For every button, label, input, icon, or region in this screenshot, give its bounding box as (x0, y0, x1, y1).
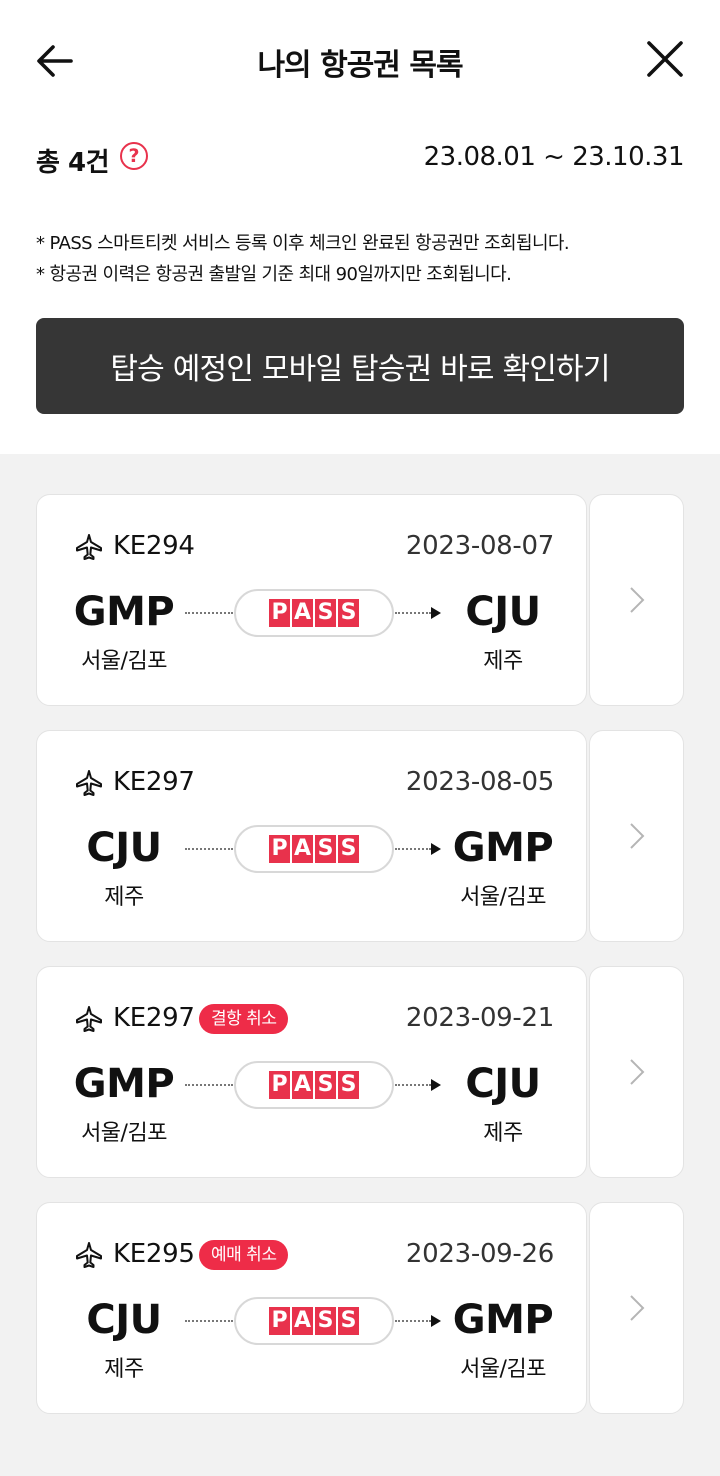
ticket-count: 총 4건 (36, 148, 109, 178)
flight-date: 2023-08-05 (405, 767, 554, 797)
arrival-city: 제주 (483, 1121, 523, 1146)
ticket-card-main[interactable]: KE294 2023-08-07 GMP 서울/김포 P A S S CJU 제… (36, 494, 587, 706)
pass-letter: S (315, 599, 336, 627)
flight-number: KE294 (113, 531, 195, 561)
arrival-code: CJU (465, 1061, 541, 1107)
ticket-card-main[interactable]: KE295 예매 취소 2023-09-26 CJU 제주 P A S S GM… (36, 1202, 587, 1414)
ticket-detail-button[interactable] (589, 494, 684, 706)
flight-number: KE297 (113, 1003, 195, 1033)
header: 나의 항공권 목록 (0, 0, 720, 120)
departure-code: CJU (86, 825, 162, 871)
arrival-city: 서울/김포 (460, 1357, 546, 1382)
pass-letter: S (315, 1307, 336, 1335)
route-line (395, 1320, 431, 1322)
ticket-detail-button[interactable] (589, 1202, 684, 1414)
arrow-right-icon (431, 1315, 441, 1327)
chevron-right-icon (629, 823, 644, 849)
flight-date: 2023-09-26 (405, 1239, 554, 1269)
pass-letter: S (338, 1071, 359, 1099)
departure-code: GMP (73, 1061, 175, 1107)
chevron-right-icon (629, 1059, 644, 1085)
flight-date: 2023-09-21 (405, 1003, 554, 1033)
departure-code: CJU (86, 1297, 162, 1343)
pass-letter: A (292, 1307, 313, 1335)
pass-letter: S (315, 835, 336, 863)
route-line (395, 612, 431, 614)
pass-letter: P (269, 1307, 290, 1335)
notice-text: * PASS 스마트티켓 서비스 등록 이후 체크인 완료된 항공권만 조회됩니… (36, 228, 570, 290)
arrival-code: CJU (465, 589, 541, 635)
airplane-icon (76, 770, 102, 796)
pass-letter: A (292, 835, 313, 863)
arrival-city: 제주 (483, 649, 523, 674)
airplane-icon (76, 1242, 102, 1268)
ticket-detail-button[interactable] (589, 730, 684, 942)
pass-letter: S (338, 599, 359, 627)
question-circle-icon[interactable]: ? (120, 142, 148, 170)
pass-logo: P A S S (234, 825, 394, 873)
close-button[interactable] (640, 34, 690, 84)
departure-city: 제주 (104, 885, 144, 910)
route-line (395, 848, 431, 850)
route-line (395, 1084, 431, 1086)
status-badge: 예매 취소 (199, 1240, 289, 1270)
departure-code: GMP (73, 589, 175, 635)
pass-letter: S (338, 1307, 359, 1335)
chevron-right-icon (629, 587, 644, 613)
route-line (185, 848, 233, 850)
arrival-code: GMP (452, 1297, 554, 1343)
status-badge: 결항 취소 (199, 1004, 289, 1034)
ticket-card: KE294 2023-08-07 GMP 서울/김포 P A S S CJU 제… (36, 494, 684, 706)
ticket-card: KE297 결항 취소 2023-09-21 GMP 서울/김포 P A S S… (36, 966, 684, 1178)
arrow-right-icon (431, 843, 441, 855)
departure-city: 서울/김포 (81, 1121, 167, 1146)
close-icon (647, 41, 683, 77)
route-line (185, 1320, 233, 1322)
pass-logo: P A S S (234, 1061, 394, 1109)
airplane-icon (76, 1006, 102, 1032)
ticket-card: KE295 예매 취소 2023-09-26 CJU 제주 P A S S GM… (36, 1202, 684, 1414)
view-boarding-pass-button[interactable]: 탑승 예정인 모바일 탑승권 바로 확인하기 (36, 318, 684, 414)
ticket-card: KE297 2023-08-05 CJU 제주 P A S S GMP 서울/김… (36, 730, 684, 942)
pass-letter: A (292, 1071, 313, 1099)
summary-bar: 총 4건 ? 23.08.01 ~ 23.10.31 (36, 140, 685, 180)
arrival-code: GMP (452, 825, 554, 871)
pass-logo: P A S S (234, 1297, 394, 1345)
ticket-card-main[interactable]: KE297 2023-08-05 CJU 제주 P A S S GMP 서울/김… (36, 730, 587, 942)
top-section: 나의 항공권 목록 총 4건 ? 23.08.01 ~ 23.10.31 * P… (0, 0, 720, 454)
arrow-right-icon (431, 607, 441, 619)
ticket-card-main[interactable]: KE297 결항 취소 2023-09-21 GMP 서울/김포 P A S S… (36, 966, 587, 1178)
departure-city: 제주 (104, 1357, 144, 1382)
pass-letter: A (292, 599, 313, 627)
airplane-icon (76, 534, 102, 560)
arrow-right-icon (431, 1079, 441, 1091)
ticket-detail-button[interactable] (589, 966, 684, 1178)
page-title: 나의 항공권 목록 (257, 48, 463, 83)
flight-date: 2023-08-07 (405, 531, 554, 561)
notice-line: * PASS 스마트티켓 서비스 등록 이후 체크인 완료된 항공권만 조회됩니… (36, 233, 570, 254)
pass-letter: S (338, 835, 359, 863)
pass-letter: P (269, 599, 290, 627)
departure-city: 서울/김포 (81, 649, 167, 674)
notice-line: * 항공권 이력은 항공권 출발일 기준 최대 90일까지만 조회됩니다. (36, 264, 512, 285)
chevron-right-icon (629, 1295, 644, 1321)
pass-logo: P A S S (234, 589, 394, 637)
arrival-city: 서울/김포 (460, 885, 546, 910)
flight-number: KE295 (113, 1239, 195, 1269)
pass-letter: S (315, 1071, 336, 1099)
pass-letter: P (269, 1071, 290, 1099)
route-line (185, 1084, 233, 1086)
pass-letter: P (269, 835, 290, 863)
date-range: 23.08.01 ~ 23.10.31 (423, 142, 685, 172)
flight-number: KE297 (113, 767, 195, 797)
route-line (185, 612, 233, 614)
